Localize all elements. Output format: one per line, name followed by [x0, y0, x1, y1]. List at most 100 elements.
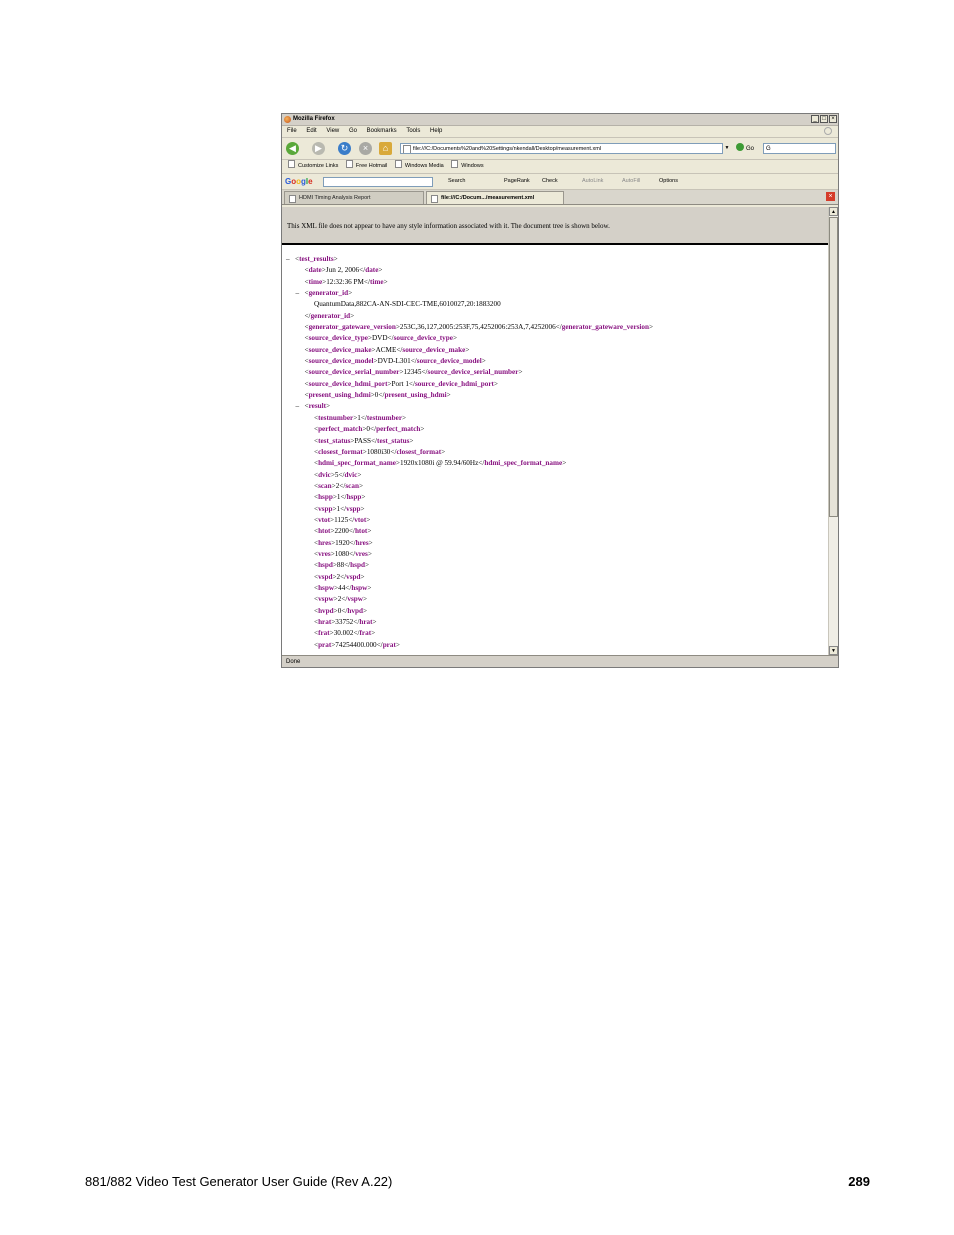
- xml-tag-name: htot: [318, 527, 331, 536]
- xml-text: >2</: [332, 572, 347, 581]
- xml-tag-name: testnumber: [366, 413, 403, 422]
- title-bar: Mozilla Firefox _ □ ×: [282, 114, 838, 126]
- options-button[interactable]: Options: [659, 174, 678, 189]
- xml-text: >: [409, 436, 414, 445]
- collapse-toggle[interactable]: –: [286, 254, 295, 265]
- tab-measurement-xml[interactable]: file:///C:/Docum.../measurement.xml: [426, 191, 564, 204]
- bookmark-free-hotmail[interactable]: Free Hotmail: [346, 160, 387, 173]
- xml-text: >1125</: [330, 515, 355, 524]
- xml-tag-name: time: [308, 277, 323, 286]
- xml-text: >12345</: [399, 368, 428, 377]
- firefox-logo-icon: [284, 116, 291, 123]
- xml-tag-name: dvic: [318, 470, 331, 479]
- xml-tag-name: source_device_hdmi_port: [414, 379, 494, 388]
- xml-line: <frat>30.002</frat>: [282, 628, 830, 639]
- xml-text: >: [362, 595, 368, 604]
- xml-text: >1</: [332, 504, 347, 513]
- vertical-scrollbar[interactable]: ▲ ▼: [828, 207, 838, 655]
- menu-edit[interactable]: Edit: [306, 126, 316, 137]
- xml-line: <generator_gateware_version>253C,36,127,…: [282, 322, 830, 333]
- menu-bar: File Edit View Go Bookmarks Tools Help: [282, 126, 838, 138]
- xml-text: >: [348, 289, 353, 298]
- bookmark-customize-links[interactable]: Customize Links: [288, 160, 338, 173]
- xml-tag-name: source_device_make: [308, 345, 372, 354]
- xml-text: >: [361, 493, 366, 502]
- xml-tag-name: hspp: [318, 493, 333, 502]
- back-arrow-icon[interactable]: ◀: [286, 142, 299, 155]
- google-search-button[interactable]: Search: [448, 174, 465, 189]
- close-window-button[interactable]: ×: [829, 115, 837, 123]
- scroll-down-icon[interactable]: ▼: [829, 646, 838, 655]
- address-bar[interactable]: file:///C:/Documents%20and%20Settings/nk…: [400, 143, 730, 154]
- xml-tag-name: hspw: [351, 583, 368, 592]
- xml-tag-name: generator_gateware_version: [561, 323, 650, 332]
- forward-arrow-icon[interactable]: ▶: [312, 142, 325, 155]
- xml-text: >1920</: [331, 538, 356, 547]
- bookmark-windows[interactable]: Windows: [451, 160, 483, 173]
- autofill-button[interactable]: AutoFill: [622, 174, 640, 189]
- home-icon[interactable]: ⌂: [379, 142, 392, 155]
- xml-tag-name: test_status: [318, 436, 351, 445]
- xml-text: >: [371, 629, 376, 638]
- xml-text: >Port 1</: [387, 379, 415, 388]
- menu-help[interactable]: Help: [430, 126, 442, 137]
- xml-tag-name: closest_format: [318, 447, 363, 456]
- scroll-up-icon[interactable]: ▲: [829, 207, 838, 216]
- xml-tag-name: present_using_hdmi: [308, 391, 371, 400]
- xml-tag-name: date: [308, 266, 322, 275]
- go-icon: [736, 143, 744, 151]
- chevron-down-icon[interactable]: ▼: [722, 143, 731, 154]
- minimize-button[interactable]: _: [811, 115, 819, 123]
- xml-line: – <test_results>: [282, 254, 830, 265]
- xml-tag-name: present_using_hdmi: [384, 391, 447, 400]
- xml-tag-name: hrat: [318, 618, 332, 626]
- xml-tag-name: frat: [318, 629, 330, 638]
- pagerank-label: PageRank: [504, 178, 530, 184]
- xml-text: >1</: [332, 493, 347, 502]
- tab-hdmi-report[interactable]: HDMI Timing Analysis Report: [284, 191, 424, 204]
- stop-icon[interactable]: ×: [359, 142, 372, 155]
- xml-line: <testnumber>1</testnumber>: [282, 413, 830, 424]
- maximize-button[interactable]: □: [820, 115, 828, 123]
- collapse-toggle[interactable]: –: [296, 401, 305, 412]
- menu-view[interactable]: View: [326, 126, 339, 137]
- xml-tag-name: source_device_hdmi_port: [308, 379, 388, 388]
- address-text: file:///C:/Documents%20and%20Settings/nk…: [413, 146, 602, 152]
- xml-line: <source_device_hdmi_port>Port 1</source_…: [282, 379, 830, 390]
- xml-tag-name: vspw: [347, 595, 363, 604]
- xml-text: >: [333, 255, 338, 263]
- menu-go[interactable]: Go: [349, 126, 357, 137]
- reload-icon[interactable]: ↻: [338, 142, 351, 155]
- xml-text: >: [378, 266, 383, 275]
- xml-tag-name: source_device_serial_number: [308, 368, 400, 377]
- xml-text: >: [441, 447, 446, 456]
- google-search-input[interactable]: [323, 177, 433, 187]
- menu-file[interactable]: File: [287, 126, 297, 137]
- scroll-thumb[interactable]: [829, 217, 838, 517]
- google-logo[interactable]: Google: [285, 174, 313, 189]
- xml-tag-name: scan: [318, 481, 332, 490]
- xml-tag-name: source_device_model: [308, 357, 374, 366]
- xml-text: >: [362, 606, 368, 615]
- bookmark-windows-media[interactable]: Windows Media: [395, 160, 444, 173]
- xml-line: <hres>1920</hres>: [282, 538, 830, 549]
- autolink-button[interactable]: AutoLink: [582, 174, 603, 189]
- xml-tag-name: frat: [359, 629, 372, 638]
- xml-line: <scan>2</scan>: [282, 481, 830, 492]
- go-label: Go: [746, 146, 755, 152]
- collapse-toggle[interactable]: –: [296, 288, 305, 299]
- menu-bookmarks[interactable]: Bookmarks: [367, 126, 397, 137]
- xml-tag-name: hres: [318, 538, 332, 547]
- xml-line: <vtot>1125</vtot>: [282, 515, 830, 526]
- check-button[interactable]: Check: [542, 174, 558, 189]
- xml-tag-name: vspp: [318, 504, 333, 513]
- xml-tag-name: result: [308, 402, 326, 411]
- close-tab-icon[interactable]: ×: [826, 192, 835, 201]
- xml-line: <test_status>PASS</test_status>: [282, 436, 830, 447]
- xml-text: >: [364, 561, 370, 570]
- go-button[interactable]: Go: [736, 143, 754, 155]
- menu-tools[interactable]: Tools: [406, 126, 420, 137]
- xml-tag-name: test_status: [377, 436, 410, 445]
- xml-line: <date>Jun 2, 2006</date>: [282, 265, 830, 276]
- search-input[interactable]: G: [763, 143, 836, 154]
